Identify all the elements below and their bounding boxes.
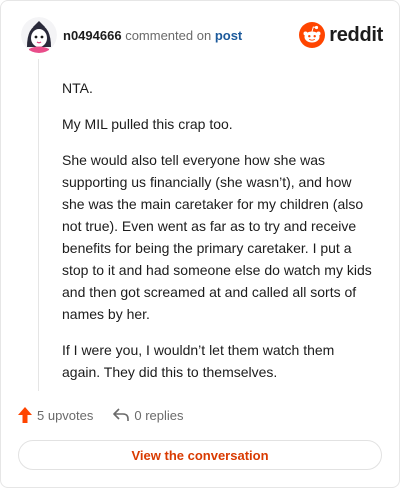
comment-paragraph: NTA. xyxy=(62,80,93,96)
comment-meta: n0494666 commented on post xyxy=(63,28,242,43)
comment-actions: 5 upvotes 0 replies xyxy=(18,405,204,425)
comment-header: n0494666 commented on post reddit xyxy=(21,17,383,53)
thread-line xyxy=(38,59,39,391)
comment-paragraph: If I were you, I wouldn’t let them watch… xyxy=(62,342,335,380)
comment-body: NTA. My MIL pulled this crap too. She wo… xyxy=(62,77,372,397)
reply-count: 0 replies xyxy=(134,407,184,423)
reddit-logo[interactable]: reddit xyxy=(299,19,383,51)
post-link[interactable]: post xyxy=(215,28,242,43)
action-text: commented on xyxy=(125,28,212,43)
comment-paragraph: She would also tell everyone how she was… xyxy=(62,152,372,322)
replies-button[interactable]: 0 replies xyxy=(113,407,184,423)
view-conversation-label: View the conversation xyxy=(131,447,269,463)
upvote-arrow-icon xyxy=(18,407,32,423)
comment-paragraph: My MIL pulled this crap too. xyxy=(62,116,233,132)
reddit-alien-icon xyxy=(299,22,326,48)
upvote-count: 5 upvotes xyxy=(37,407,94,423)
reply-arrow-icon xyxy=(113,408,130,421)
upvote-button[interactable]: 5 upvotes xyxy=(18,407,93,423)
view-conversation-button[interactable]: View the conversation xyxy=(18,440,382,470)
reddit-wordmark: reddit xyxy=(329,23,383,46)
user-avatar[interactable] xyxy=(21,17,57,53)
username-link[interactable]: n0494666 xyxy=(63,28,122,43)
comment-card: n0494666 commented on post reddit NTA. M… xyxy=(0,0,400,488)
